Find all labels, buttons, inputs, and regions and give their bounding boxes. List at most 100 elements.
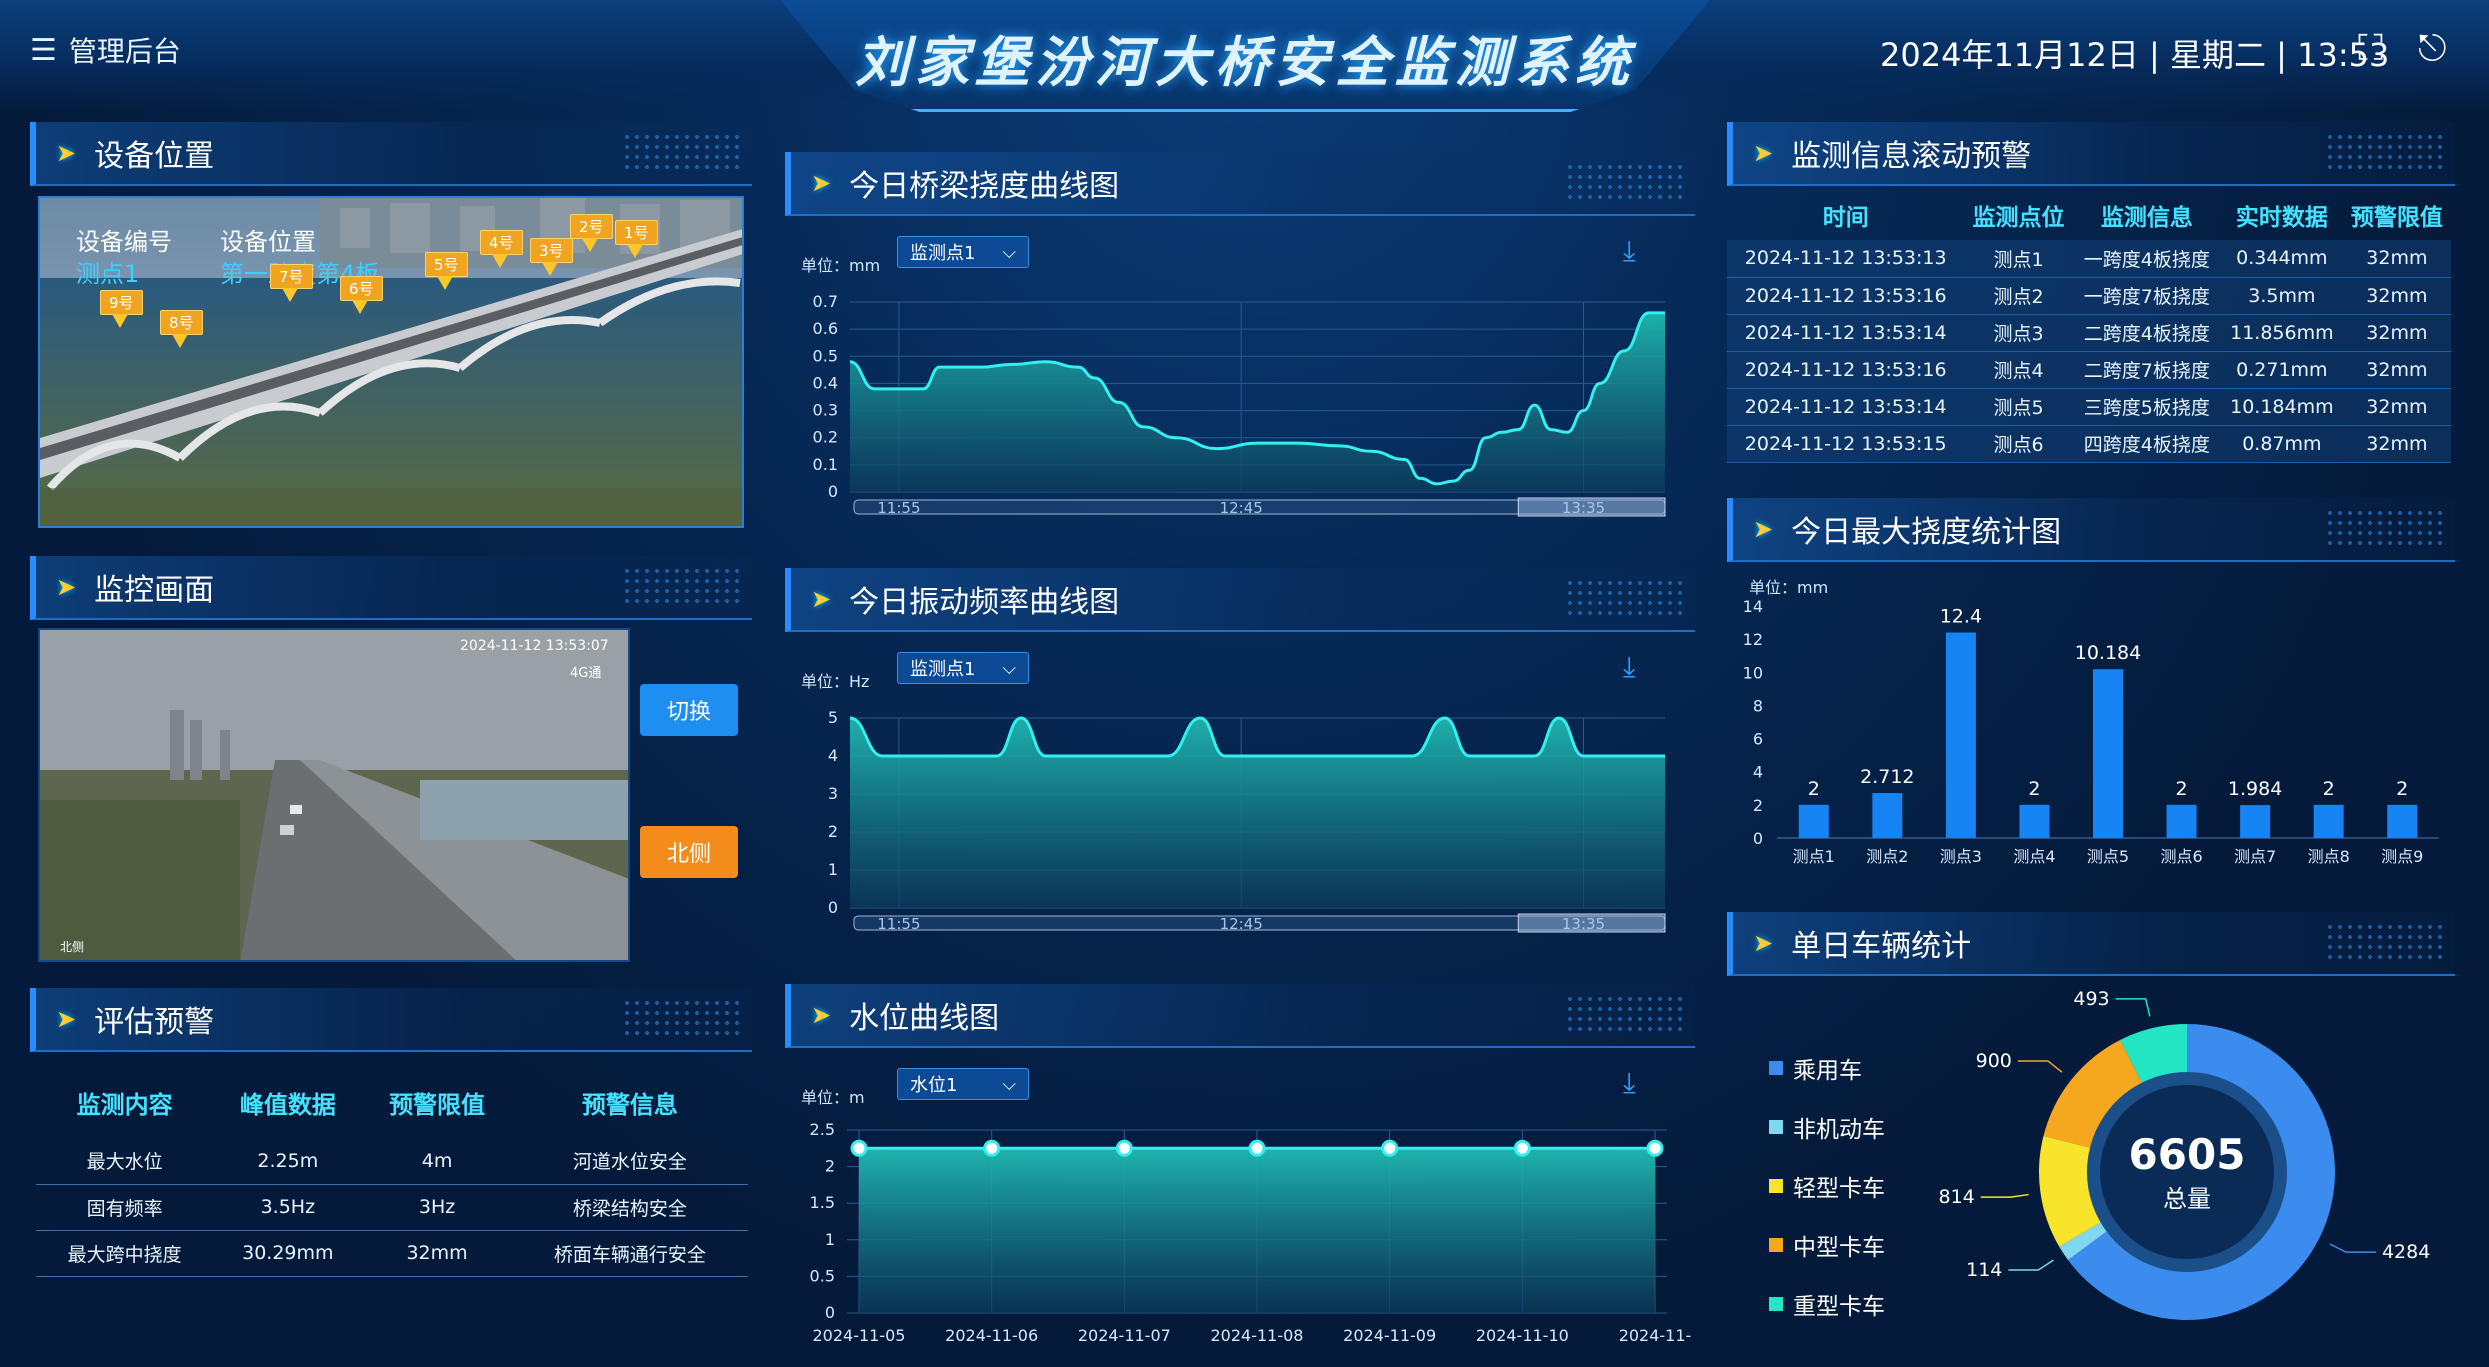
switch-button[interactable]: 切换 (640, 684, 738, 736)
arrow-icon: ➤ (811, 585, 832, 613)
table-cell: 一跨度4板挠度 (2083, 248, 2210, 271)
legend-item[interactable]: 重型卡车 (1769, 1274, 1885, 1333)
sensor-marker[interactable]: 3号 (530, 238, 573, 263)
arrow-icon: ➤ (1753, 929, 1774, 957)
logout-icon[interactable]: ⎋ (2418, 28, 2446, 70)
sensor-marker[interactable]: 8号 (160, 310, 203, 335)
water-gauge-select[interactable]: 水位1 ⌵ (897, 1068, 1029, 1100)
device-id-value: 测点1 (76, 260, 140, 288)
x-tick-label: 2024-11-06 (945, 1326, 1038, 1345)
table-row: 最大跨中挠度 30.29mm 32mm 桥面车辆通行安全 (36, 1230, 748, 1276)
y-tick-label: 0 (825, 1303, 835, 1322)
legend-item[interactable]: 轻型卡车 (1769, 1156, 1885, 1215)
x-tick-label: 测点8 (2308, 847, 2350, 866)
data-point (983, 1139, 1001, 1157)
sensor-marker[interactable]: 2号 (570, 214, 613, 239)
water-level-chart-panel: ➤ 水位曲线图 单位：m 水位1 ⌵ ⤓ 0 0.5 1 1.5 2 2.5 2024-11-0… (785, 984, 1695, 1367)
y-tick-label: 12 (1743, 630, 1763, 649)
y-tick-label: 3 (828, 784, 838, 803)
bar (1945, 632, 1976, 838)
arrow-icon: ➤ (1753, 515, 1774, 543)
legend-swatch (1769, 1178, 1783, 1193)
table-cell: 2024-11-12 13:53:13 (1744, 247, 1947, 270)
slice-value-label: 114 (1966, 1259, 2002, 1281)
series-area (850, 312, 1665, 492)
table-cell: 0.344mm (2236, 247, 2328, 270)
table-cell: 32mm (2366, 358, 2428, 381)
table-header-row: 监测内容 峰值数据 预警限值 预警信息 (36, 1066, 748, 1138)
bar (2387, 804, 2418, 838)
x-tick-label: 11:55 (877, 915, 920, 933)
panel-title: ➤ 评估预警 (30, 988, 752, 1052)
table-cell: 测点1 (1993, 248, 2044, 271)
y-tick-label: 0 (828, 482, 838, 501)
bar (2093, 669, 2123, 838)
legend-swatch (1769, 1119, 1783, 1134)
bar-value-label: 2 (2396, 778, 2408, 800)
column-header: 时间 (1822, 205, 1869, 231)
max-deflection-panel: ➤ 今日最大挠度统计图 单位：mm 0 2 4 6 8 10 12 14 2 测点1 2.712 测点2… (1727, 498, 2455, 898)
bridge-photo: 设备编号 测点1 设备位置 第一跨度第4板 1号2号3号4号5号6号7号8号9号 (38, 196, 744, 528)
column-header: 预警限值 (389, 1090, 486, 1119)
table-cell: 测点5 (1993, 397, 2044, 419)
table-cell: 0.87mm (2242, 432, 2322, 455)
camera-corner-label: 北侧 (60, 940, 85, 954)
data-point (850, 1139, 868, 1157)
table-row: 固有频率 3.5Hz 3Hz 桥梁结构安全 (36, 1184, 748, 1230)
table-row: 2024-11-12 13:53:15 测点6 四跨度4板挠度 0.87mm 32mm (1727, 425, 2451, 462)
download-icon[interactable]: ⤓ (1623, 234, 1635, 268)
download-icon[interactable]: ⤓ (1623, 1066, 1635, 1100)
sensor-marker[interactable]: 9号 (100, 290, 143, 315)
table-cell: 3.5mm (2248, 284, 2316, 307)
north-side-button[interactable]: 北侧 (640, 826, 738, 878)
sensor-marker[interactable]: 5号 (425, 252, 468, 277)
alert-panel: ➤ 监测信息滚动预警 时间 监测点位 监测信息 实时数据 预警限值 2024-11… (1727, 122, 2455, 482)
table-cell: 四跨度4板挠度 (2083, 434, 2210, 456)
table-cell: 河道水位安全 (572, 1151, 687, 1174)
legend-item[interactable]: 乘用车 (1769, 1038, 1885, 1097)
bar-value-label: 10.184 (2075, 642, 2141, 664)
marker-pin-icon (492, 254, 508, 268)
y-tick-label: 0.3 (813, 401, 838, 420)
x-tick-label: 测点9 (2381, 847, 2423, 866)
page-title: 刘家堡汾河大桥安全监测系统 (855, 31, 1635, 94)
sensor-marker[interactable]: 1号 (615, 220, 658, 245)
legend-item[interactable]: 非机动车 (1769, 1097, 1885, 1156)
bar-value-label: 12.4 (1940, 606, 1982, 628)
water-level-chart: 0 0.5 1 1.5 2 2.5 2024-11-05 2024-11-06 2024-11-… (810, 1120, 1692, 1345)
sensor-marker[interactable]: 6号 (340, 276, 383, 301)
y-tick-label: 10 (1743, 663, 1763, 682)
bar-value-label: 2 (1808, 778, 1820, 800)
table-row: 2024-11-12 13:53:14 测点5 三跨度5板挠度 10.184mm 32m… (1727, 388, 2451, 425)
y-tick-label: 4 (1753, 763, 1763, 782)
leader-line (2329, 1243, 2376, 1253)
marker-pin-icon (282, 288, 298, 302)
y-tick-label: 1.5 (810, 1193, 835, 1212)
arrow-icon: ➤ (56, 139, 77, 167)
evaluation-table: 监测内容 峰值数据 预警限值 预警信息 最大水位 2.25m 4m 河道水位安全 固有频… (36, 1066, 748, 1277)
table-cell: 桥面车辆通行安全 (553, 1243, 706, 1266)
leader-line (2115, 998, 2151, 1017)
y-tick-label: 2.5 (810, 1120, 835, 1139)
monitor-point-select[interactable]: 监测点1 ⌵ (897, 652, 1029, 684)
download-icon[interactable]: ⤓ (1623, 650, 1635, 684)
table-cell: 11.856mm (2230, 321, 2334, 344)
panel-title: ➤ 今日桥梁挠度曲线图 (785, 152, 1695, 216)
x-tick-label: 测点4 (2013, 847, 2055, 866)
deflection-chart-panel: ➤ 今日桥梁挠度曲线图 单位：mm 监测点1 ⌵ ⤓ 0 0.1 0.2 0.3 0.4 0.… (785, 152, 1695, 544)
legend-label: 中型卡车 (1793, 1234, 1885, 1261)
camera-feed[interactable]: 2024-11-12 13:53:07 4G通 北侧 (38, 628, 630, 962)
sensor-marker[interactable]: 4号 (480, 230, 523, 255)
fullscreen-icon[interactable]: ⛶ (2358, 28, 2383, 70)
leader-line (1980, 1193, 2029, 1198)
sensor-marker[interactable]: 7号 (270, 264, 313, 289)
monitor-point-select[interactable]: 监测点1 ⌵ (897, 236, 1029, 268)
marker-pin-icon (352, 300, 368, 314)
slice-value-label: 4284 (2382, 1241, 2430, 1263)
legend-item[interactable]: 中型卡车 (1769, 1215, 1885, 1274)
x-tick-label: 13:35 (1562, 915, 1605, 933)
table-cell: 测点6 (1993, 434, 2044, 456)
data-point (1513, 1139, 1531, 1157)
admin-menu[interactable]: ☰ 管理后台 (30, 30, 181, 70)
table-cell: 最大水位 (86, 1151, 163, 1174)
